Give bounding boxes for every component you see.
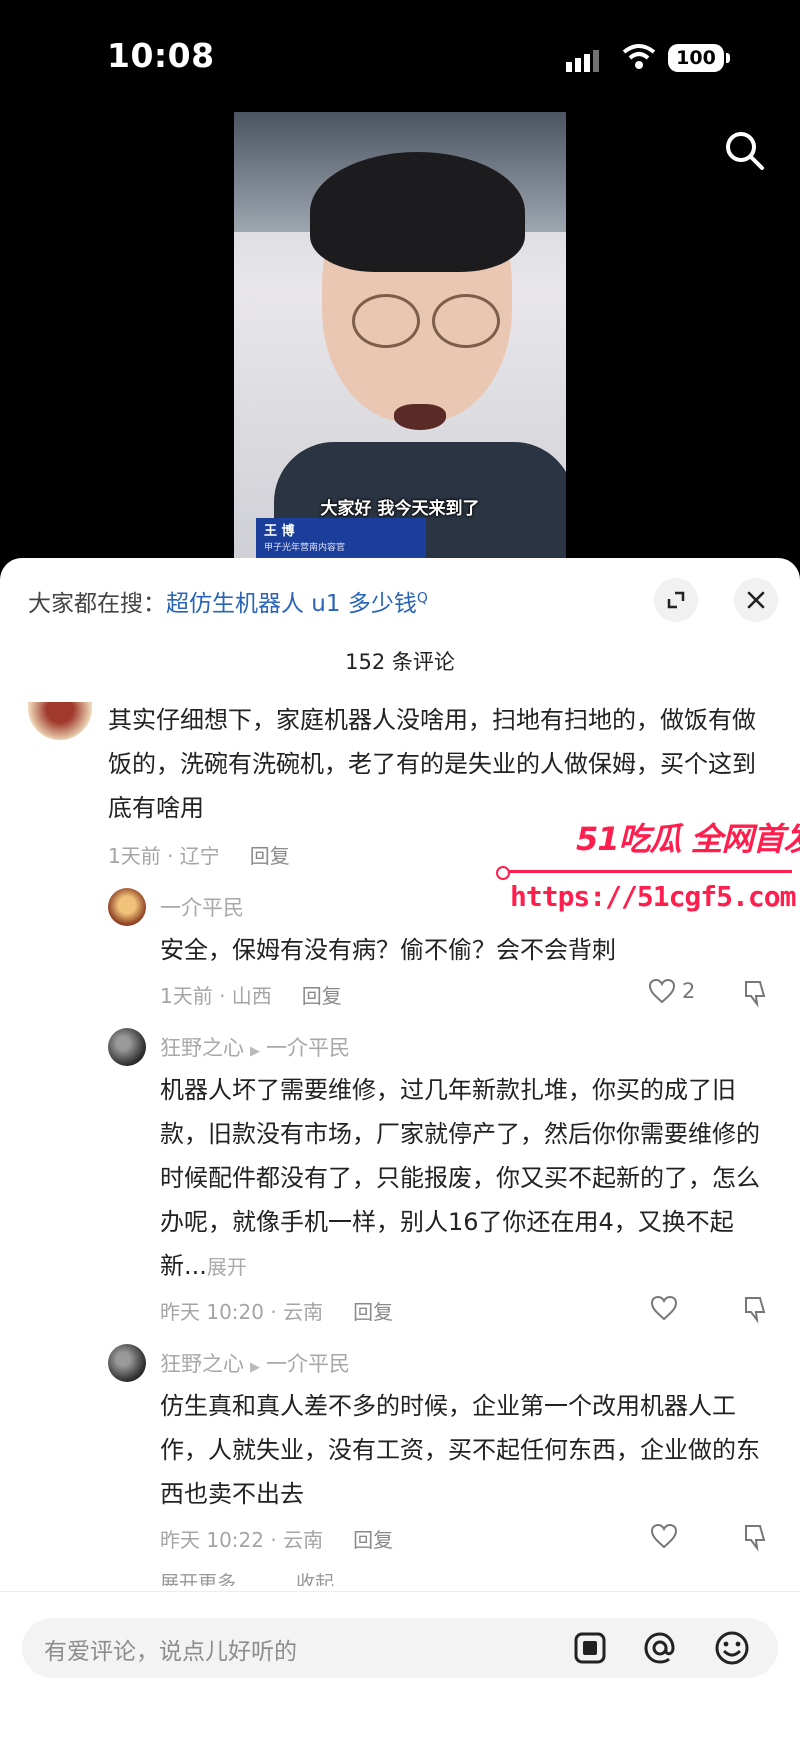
collapse-button[interactable]: 收起 <box>296 1572 334 1586</box>
reply-meta: 1天前 · 山西 回复 <box>160 980 342 1009</box>
comment-sheet: 大家都在搜：超仿生机器人 u1 多少钱Q 152 条评论 其实仔细想下，家庭机器… <box>0 558 800 1738</box>
reply-button[interactable]: 回复 <box>250 844 290 868</box>
avatar[interactable] <box>108 1028 146 1066</box>
like-count: 2 <box>682 979 696 1003</box>
reply-author[interactable]: 狂野之心 <box>160 1352 244 1376</box>
dislike-icon[interactable] <box>740 1294 770 1324</box>
comment-time-location: 1天前 · 辽宁 <box>108 844 220 868</box>
emoji-icon[interactable] <box>712 1628 752 1668</box>
video-person-mouth <box>394 404 446 430</box>
comment-count: 152 条评论 <box>345 650 455 674</box>
reply-arrow-icon: ▶ <box>250 1044 260 1059</box>
avatar[interactable] <box>28 702 92 740</box>
replies-toggle-row: 展开更多 收起 <box>160 1568 394 1586</box>
dislike-icon[interactable] <box>740 1522 770 1552</box>
reply-author-line: 狂野之心 ▶ 一介平民 <box>160 1032 350 1062</box>
reply-arrow-icon: ▶ <box>250 1360 260 1375</box>
glasses-icon <box>432 294 500 348</box>
image-icon[interactable] <box>570 1628 610 1668</box>
watermark-line <box>502 870 792 873</box>
avatar[interactable] <box>108 1344 146 1382</box>
reply-time-location: 昨天 10:20 · 云南 <box>160 1300 324 1324</box>
close-icon <box>747 591 765 609</box>
close-button[interactable] <box>734 578 778 622</box>
name-tag-title: 王 博 <box>264 524 295 539</box>
reply-meta: 昨天 10:20 · 云南 回复 <box>160 1296 393 1325</box>
comment-text: 其实仔细想下，家庭机器人没啥用，扫地有扫地的，做饭有做饭的，洗碗有洗碗机，老了有… <box>108 706 756 822</box>
search-suggestion-query[interactable]: 超仿生机器人 u1 多少钱 <box>166 591 417 617</box>
status-time: 10:08 <box>107 36 215 75</box>
glasses-icon <box>352 294 420 348</box>
heart-icon <box>648 978 676 1004</box>
reply-button[interactable]: 回复 <box>302 984 342 1008</box>
expand-link[interactable]: 展开 <box>207 1255 247 1279</box>
cellular-signal-icon <box>566 50 599 72</box>
avatar[interactable] <box>108 888 146 926</box>
comment-input-bar: 有爱评论，说点儿好听的 <box>0 1592 800 1738</box>
search-suggestion[interactable]: 大家都在搜：超仿生机器人 u1 多少钱Q <box>28 584 428 618</box>
search-suggestion-prefix: 大家都在搜： <box>28 591 166 617</box>
mention-icon[interactable] <box>640 1628 680 1668</box>
reply-time-location: 昨天 10:22 · 云南 <box>160 1528 324 1552</box>
reply-text: 安全，保姆有没有病？偷不偷？会不会背刺 <box>160 936 616 964</box>
reply-author-line: 狂野之心 ▶ 一介平民 <box>160 1348 350 1378</box>
heart-icon[interactable] <box>650 1295 678 1321</box>
video-name-tag: 王 博 甲子光年营南内容官 <box>256 518 426 558</box>
comment-meta: 1天前 · 辽宁 回复 <box>108 840 290 869</box>
watermark-url: https://51cgf5.com <box>510 880 796 913</box>
expand-icon <box>667 591 685 609</box>
expand-button[interactable] <box>654 578 698 622</box>
reply-text: 仿生真和真人差不多的时候，企业第一个改用机器人工作，人就失业，没有工资，买不起任… <box>160 1392 760 1508</box>
reply-text-content: 机器人坏了需要维修，过几年新款扎堆，你买的成了旧款，旧款没有市场，厂家就停产了，… <box>160 1076 760 1280</box>
video-subtitle: 大家好 我今天来到了 <box>320 499 480 519</box>
video-player[interactable]: 大家好 我今天来到了 王 博 甲子光年营南内容官 <box>234 112 566 558</box>
battery-indicator: 100 <box>668 44 730 72</box>
reply-meta: 昨天 10:22 · 云南 回复 <box>160 1524 393 1553</box>
like-button[interactable]: 2 <box>648 978 695 1004</box>
watermark-dot <box>496 866 510 880</box>
watermark: 51吃瓜 全网首发 https://51cgf5.com <box>496 814 800 924</box>
wifi-icon <box>622 44 656 69</box>
dislike-icon[interactable] <box>740 978 770 1008</box>
reply-author[interactable]: 一介平民 <box>160 892 244 922</box>
reply-time-location: 1天前 · 山西 <box>160 984 272 1008</box>
reply-button[interactable]: 回复 <box>353 1528 393 1552</box>
reply-to-user[interactable]: 一介平民 <box>266 1352 350 1376</box>
status-bar: 10:08 100 <box>0 0 800 170</box>
comment-input-placeholder: 有爱评论，说点儿好听的 <box>44 1639 297 1665</box>
reply-author[interactable]: 狂野之心 <box>160 1036 244 1060</box>
search-icon[interactable] <box>722 128 766 172</box>
reply-text: 机器人坏了需要维修，过几年新款扎堆，你买的成了旧款，旧款没有市场，厂家就停产了，… <box>160 1068 760 1289</box>
reply-button[interactable]: 回复 <box>353 1300 393 1324</box>
name-tag-subtitle: 甲子光年营南内容官 <box>264 543 346 553</box>
comment-input[interactable]: 有爱评论，说点儿好听的 <box>22 1618 778 1678</box>
video-person-hair <box>310 152 525 272</box>
expand-more-button[interactable]: 展开更多 <box>160 1572 236 1586</box>
heart-icon[interactable] <box>650 1523 678 1549</box>
watermark-brand: 51吃瓜 全网首发 <box>576 820 800 858</box>
reply-to-user[interactable]: 一介平民 <box>266 1036 350 1060</box>
search-icon: Q <box>416 590 428 607</box>
